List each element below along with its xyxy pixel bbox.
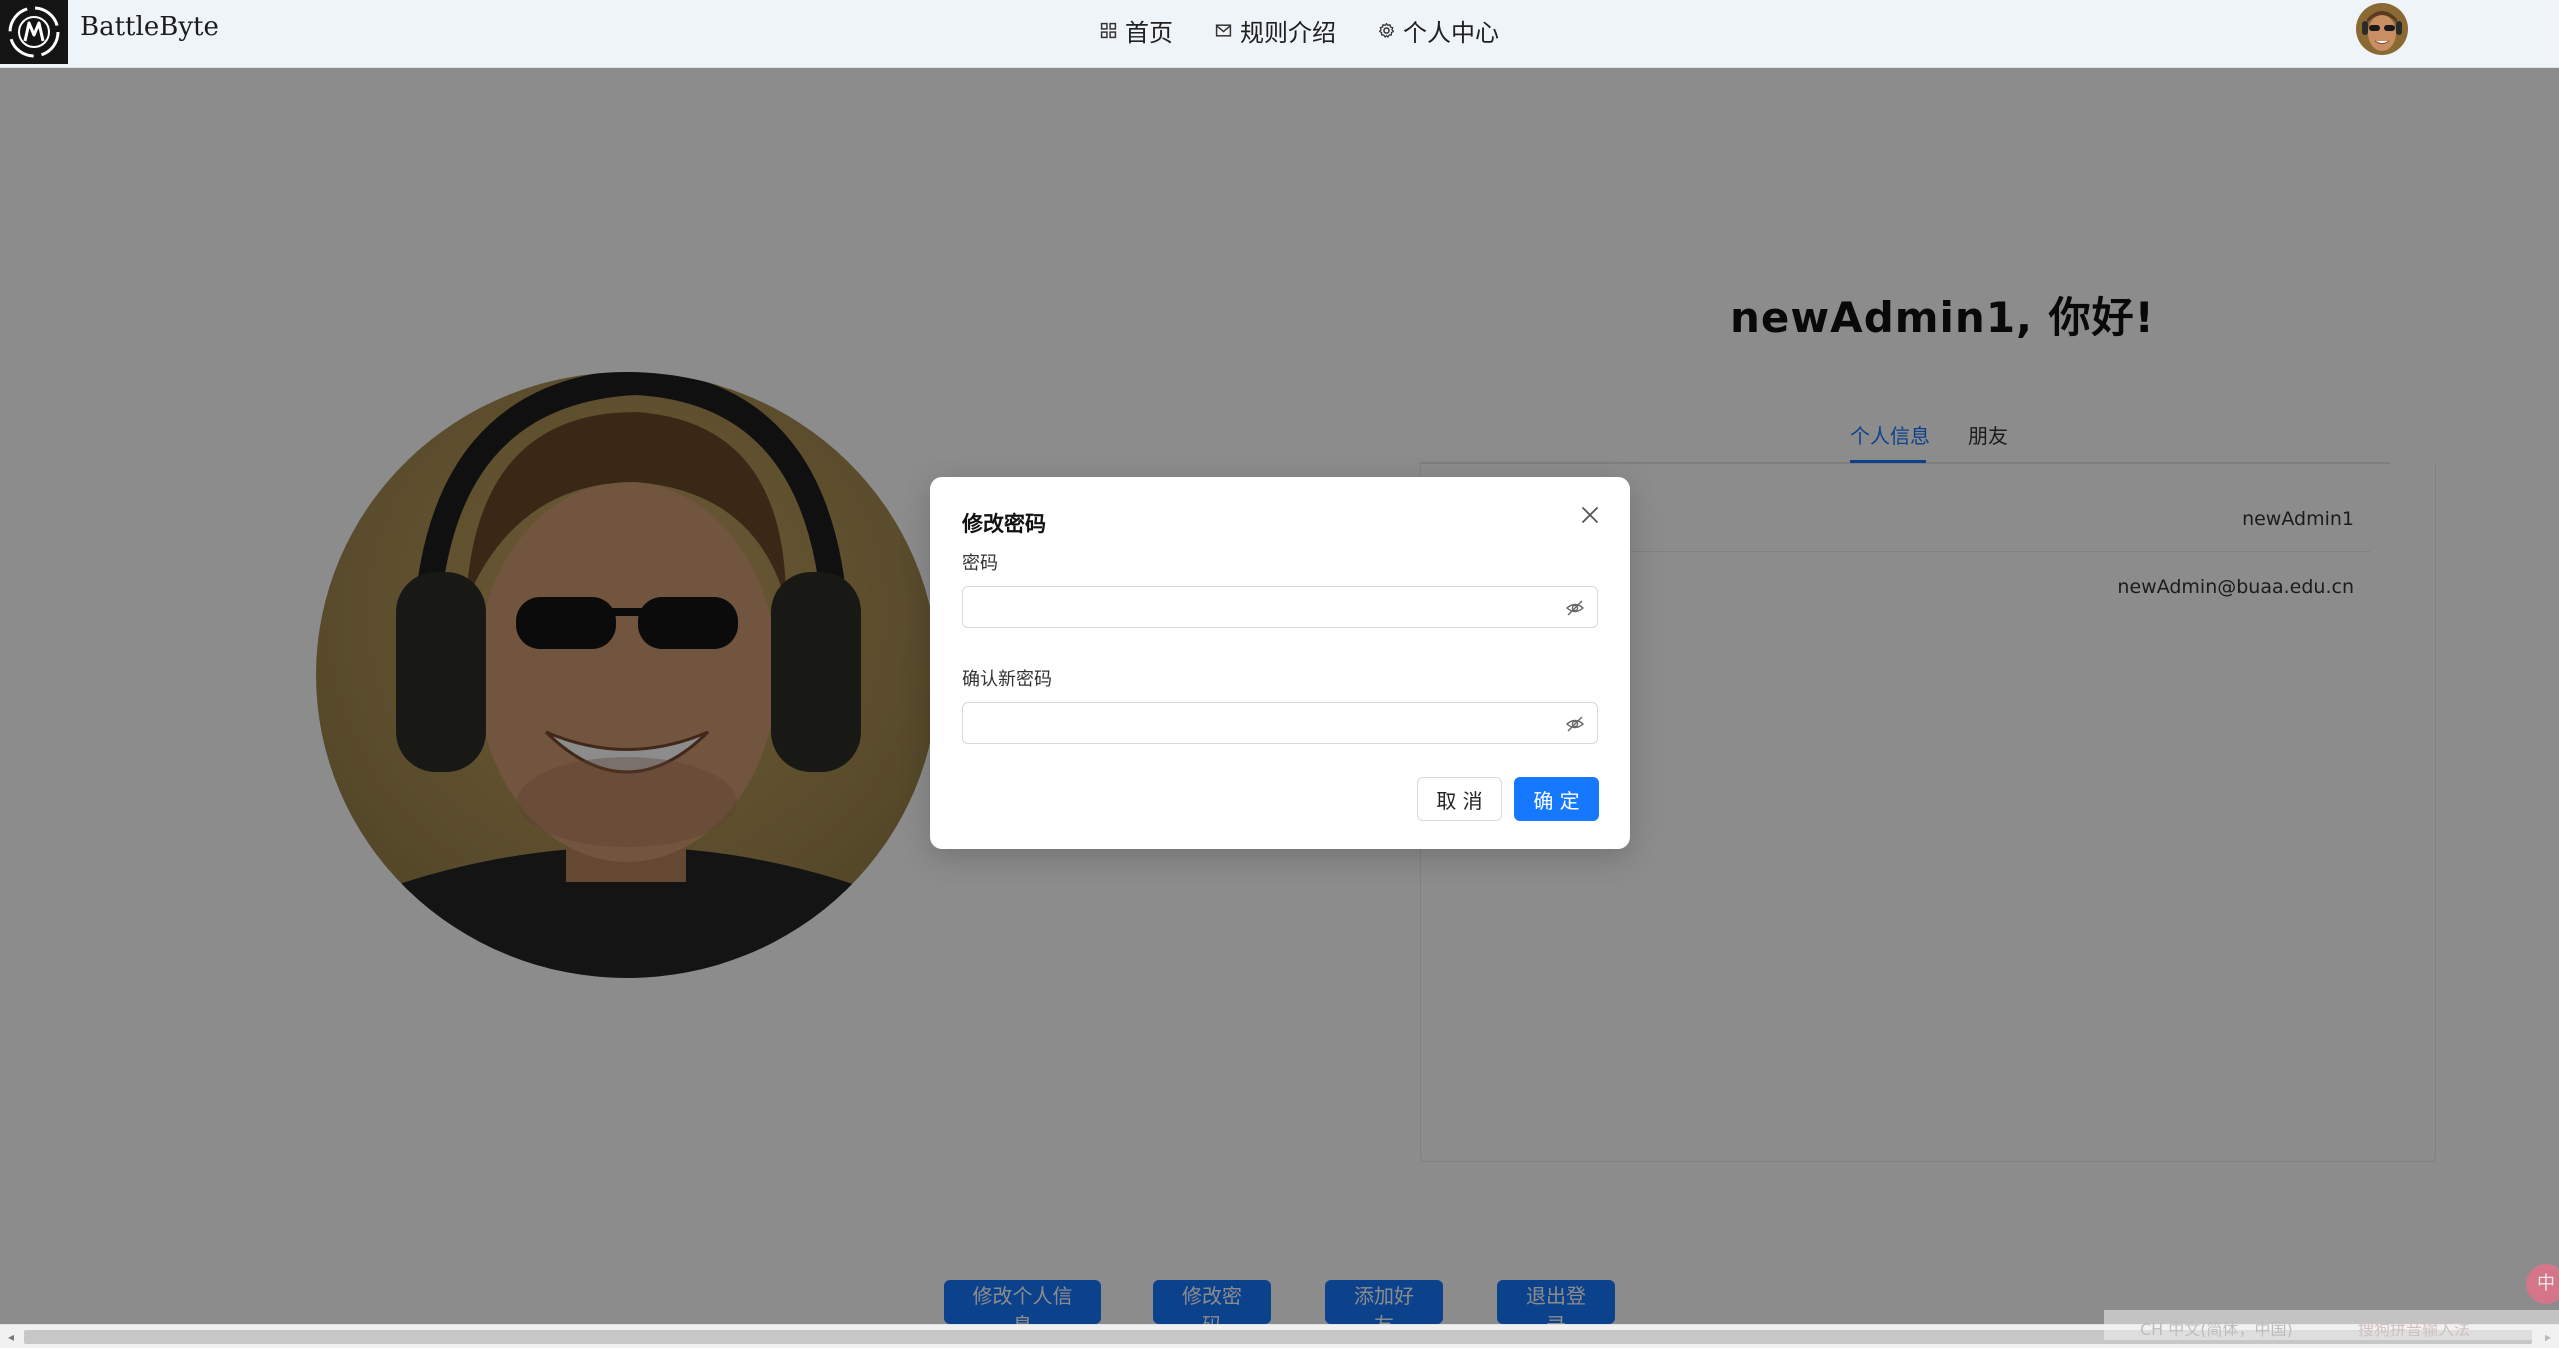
eye-invisible-icon[interactable] [1565, 714, 1585, 734]
ime-badge-icon[interactable]: 中 [2526, 1264, 2559, 1304]
nav-item-profile[interactable]: 个人中心 [1378, 13, 1499, 48]
scroll-left-icon[interactable]: ◂ [4, 1329, 18, 1345]
confirm-password-label: 确认新密码 [962, 669, 1052, 690]
confirm-password-field[interactable] [962, 702, 1598, 744]
nav-label-rules: 规则介绍 [1240, 18, 1336, 47]
nav-item-rules[interactable]: 规则介绍 [1215, 13, 1336, 48]
ime-language: CH 中文(简体，中国) [2140, 1320, 2293, 1339]
nav-label-profile: 个人中心 [1403, 18, 1499, 47]
password-label: 密码 [962, 553, 998, 574]
logo-icon[interactable] [0, 0, 68, 64]
close-icon[interactable] [1576, 501, 1604, 529]
password-field[interactable] [962, 586, 1598, 628]
nav-label-home: 首页 [1125, 18, 1173, 47]
confirm-password-input[interactable] [975, 711, 1535, 735]
top-navbar: BattleByte 首页 规则介绍 个人中心 [0, 0, 2559, 68]
confirm-button[interactable]: 确 定 [1514, 777, 1599, 821]
change-password-dialog: 修改密码 密码 确认新密码 取 消 确 定 [930, 477, 1630, 849]
cancel-button[interactable]: 取 消 [1417, 777, 1502, 821]
main-nav: 首页 规则介绍 个人中心 [1100, 0, 1499, 60]
gear-icon [1378, 22, 1395, 38]
user-avatar[interactable] [2356, 3, 2408, 55]
brand-name[interactable]: BattleByte [80, 12, 219, 42]
password-input[interactable] [975, 595, 1535, 619]
dialog-title: 修改密码 [962, 512, 1046, 536]
mail-icon [1215, 23, 1232, 37]
ime-input-method: 搜狗拼音输入法 [2358, 1320, 2471, 1339]
eye-invisible-icon[interactable] [1565, 598, 1585, 618]
nav-item-home[interactable]: 首页 [1100, 13, 1173, 48]
grid-icon [1100, 22, 1117, 38]
ime-status-bar: CH 中文(简体，中国) 搜狗拼音输入法 [2104, 1310, 2559, 1340]
